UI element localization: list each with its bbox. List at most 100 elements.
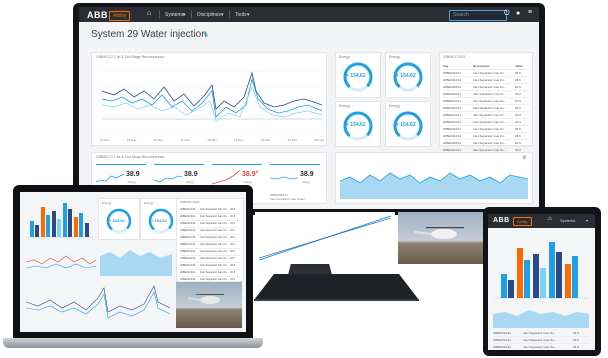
x-tick-label: 21 Nov [287, 138, 298, 142]
table-cell: 26.6 [230, 208, 236, 211]
tag-table-card: 20BM0172021 Tag Description Value 20BE03… [439, 52, 533, 154]
table-cell: Inlet Separator Gas Ou... [200, 250, 229, 253]
table-row[interactable]: 20BE0322/11Inlet Separator Gas Ou...26.6 [180, 207, 240, 214]
menu-divider [229, 10, 230, 19]
table-cell: Inlet Separator Gas Ou... [523, 345, 557, 349]
gear-icon[interactable]: ⚙ [522, 155, 526, 161]
table-cell: Inlet Separator Gas Ou... [200, 222, 229, 225]
search-input[interactable]: Search [449, 10, 507, 21]
table-row[interactable]: 20BE0322/11Inlet Separator Gas Ou...26.6 [443, 133, 529, 140]
table-cell: Inlet Separator Gas Ou... [473, 120, 507, 124]
menu-systems[interactable]: Systems [165, 12, 184, 18]
gauge-label: Energy [339, 104, 351, 108]
table-row[interactable]: 20BE0322/11Inlet Separator Gas Ou...26.6 [180, 249, 240, 256]
table-cell: 26.6 [230, 250, 236, 253]
table-cell: 26.6 [573, 345, 579, 349]
table-cell: Inlet Separator Gas Ou... [473, 141, 507, 145]
table-row[interactable]: 20BE0322/11Inlet Separator Gas Ou...26.6 [180, 242, 240, 249]
table-cell: Inlet Separator Gas Ou... [200, 243, 229, 246]
table-cell: 26.6 [515, 99, 521, 103]
area-chart[interactable] [493, 306, 589, 328]
trend-chart[interactable] [24, 282, 172, 328]
home-icon[interactable]: ⌂ [548, 216, 552, 222]
table-row[interactable]: 20BE0322/11Inlet Separator Gas Ou...26.6 [443, 112, 529, 119]
table-row[interactable]: 20BE0322/11Inlet Separator Gas Ou...26.6 [180, 263, 240, 270]
tag-table-card: 20BM0172021 20BE0322/11 Inlet Separator G… [176, 198, 244, 291]
page-title: System 29 Water injection [91, 29, 207, 40]
column-header: Description [473, 64, 490, 68]
table-cell: 20BE0322/11 [443, 106, 461, 110]
gauge-value: + 154.62 [346, 122, 366, 128]
area-chart[interactable] [100, 242, 172, 276]
sparkline [154, 175, 182, 183]
table-row[interactable]: 20BE0322/11Inlet Separator Gas Ou...26.6 [443, 98, 529, 105]
area-chart[interactable] [340, 163, 528, 199]
table-row[interactable]: 20BE0322/11Inlet Separator Gas Ou...26.6 [443, 140, 529, 147]
kpi-subcaption-desc: Inlet Separator Gas Outlet [270, 197, 305, 201]
bar-chart[interactable] [493, 234, 589, 300]
ability-badge[interactable]: Ability [513, 217, 532, 226]
menu-divider [159, 10, 160, 19]
menu-tools[interactable]: Tools [235, 12, 247, 18]
table-cell: 20BE0322/11 [493, 331, 511, 335]
table-row[interactable]: 20BE0322/11Inlet Separator Gas Ou...26.6 [180, 270, 240, 277]
kpi-tile[interactable]: 38.9 bar(g) [270, 164, 320, 191]
table-cell: Inlet Separator Gas Ou... [200, 257, 229, 260]
table-row[interactable]: 20BE0322/11Inlet Separator Gas Ou...26.6 [493, 337, 589, 344]
laptop-screen: Energy + 154.62 Energy + 154.62 20BM0172… [20, 192, 246, 332]
menu-disciplines[interactable]: Disciplines [197, 12, 221, 18]
line-chart[interactable] [24, 242, 98, 276]
table-cell: 20BE0322/11 [180, 271, 196, 274]
kpi-unit: bar(g) [302, 180, 311, 184]
table-cell: 20BE0322/11 [443, 141, 461, 145]
gauge-card: Energy + 154.62 [335, 101, 381, 147]
table-row[interactable]: 20BE0322/11Inlet Separator Gas Ou...26.6 [443, 77, 529, 84]
laptop-base [3, 338, 263, 348]
table-row[interactable]: 20BE0322/11Inlet Separator Gas Ou...26.6 [443, 70, 529, 77]
home-icon[interactable]: ⌂ [147, 10, 151, 17]
table-title: 20BM0172021 [180, 200, 200, 204]
chart-title: 20BM0172 1 Ist & 2nd Stage Recompressor [96, 55, 165, 59]
abb-logo: ABB [87, 10, 108, 20]
abb-logo: ABB [493, 217, 510, 224]
table-row[interactable]: 20BE0322/11Inlet Separator Gas Ou...26.6 [443, 84, 529, 91]
power-icon[interactable]: ⏻ [504, 10, 510, 18]
table-cell: Inlet Separator Gas Ou... [200, 236, 229, 239]
table-cell: Inlet Separator Gas Ou... [473, 134, 507, 138]
edit-icon[interactable]: ✎ [203, 31, 209, 39]
table-row[interactable]: 20BE0322/11Inlet Separator Gas Ou...26.6 [493, 330, 589, 337]
table-cell: 20BE0322/11 [493, 345, 511, 349]
table-cell: Inlet Separator Gas Ou... [200, 271, 229, 274]
menu-icon[interactable]: ≡ [528, 9, 532, 16]
table-row[interactable]: 20BE0322/11Inlet Separator Gas Ou...26.6 [180, 235, 240, 242]
table-cell: 26.6 [515, 120, 521, 124]
table-cell: 20BE0322/11 [493, 338, 511, 342]
gauge-label: Energy [389, 104, 401, 108]
table-cell: 20BE0322/11 [180, 236, 196, 239]
trend-chart[interactable] [94, 61, 324, 139]
table-row[interactable]: 20BE0322/11 Inlet Separator Gas Ou... 26.6 [493, 344, 589, 350]
ability-badge[interactable]: Ability [109, 11, 131, 21]
user-icon[interactable]: ● [516, 10, 520, 17]
table-cell: 20BE0322/11 [443, 120, 461, 124]
table-row[interactable]: 20BE0322/11Inlet Separator Gas Ou...26.6 [180, 256, 240, 263]
table-cell: Inlet Separator Gas Ou... [473, 99, 507, 103]
bar-chart[interactable] [24, 197, 94, 239]
table-row[interactable]: 20BE0322/11Inlet Separator Gas Ou...26.6 [443, 126, 529, 133]
table-row[interactable]: 20BE0322/11 Inlet Separator Gas Ou... 26.6 [443, 119, 529, 126]
table-row[interactable]: 20BE0322/11Inlet Separator Gas Ou...26.6 [180, 228, 240, 235]
table-cell: 26.6 [515, 92, 521, 96]
table-cell: 20BE0322/11 [443, 78, 461, 82]
x-tick-label: 14 Nov [100, 138, 110, 142]
table-row[interactable]: 20BE0322/11Inlet Separator Gas Ou...26.6 [180, 214, 240, 221]
table-cell: 26.6 [230, 243, 236, 246]
table-row[interactable]: 20BE0322/11Inlet Separator Gas Ou...26.6 [443, 91, 529, 98]
table-cell: 26.6 [515, 71, 521, 75]
menu-systems[interactable]: Systems [560, 218, 575, 223]
table-row[interactable]: 20BE0322/11Inlet Separator Gas Ou...26.6 [180, 221, 240, 228]
table-cell: 26.6 [515, 134, 521, 138]
table-row[interactable]: 20BE0322/11Inlet Separator Gas Ou...26.6 [443, 105, 529, 112]
scatter-chart[interactable] [255, 212, 395, 264]
x-tick-label: 17 Nov [180, 138, 190, 142]
search-placeholder: Search [453, 12, 469, 18]
